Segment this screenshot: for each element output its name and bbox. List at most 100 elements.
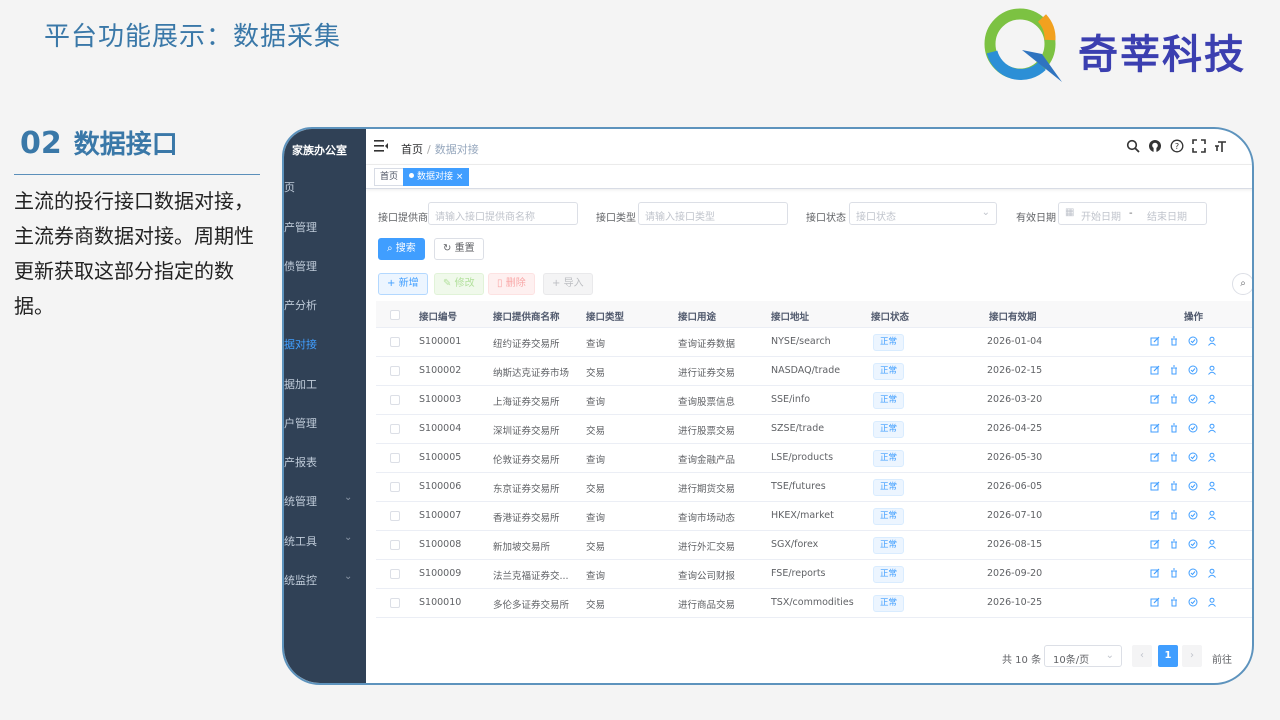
tag-data-integration[interactable]: 数据对接 × <box>403 168 470 186</box>
edit-icon[interactable] <box>1150 365 1160 375</box>
edit-icon[interactable] <box>1150 597 1160 607</box>
trash-icon[interactable] <box>1169 597 1179 607</box>
user-icon[interactable] <box>1207 568 1217 578</box>
github-icon[interactable] <box>1148 139 1162 153</box>
edit-icon[interactable] <box>1150 510 1160 520</box>
sidebar-item[interactable]: 据加工 <box>284 374 366 394</box>
sidebar-item[interactable]: 产管理 <box>284 217 366 237</box>
sidebar-item[interactable]: 统管理 ⌄ <box>284 491 366 511</box>
user-icon[interactable] <box>1207 394 1217 404</box>
table-row[interactable]: S100002 纳斯达克证券市场 交易 进行证券交易 NASDAQ/trade 2026-… <box>376 357 1252 386</box>
sidebar-item[interactable]: 产报表 <box>284 452 366 472</box>
check-circle-icon[interactable] <box>1188 481 1198 491</box>
row-checkbox[interactable] <box>390 337 400 347</box>
add-button[interactable]: + 新增 <box>378 273 428 295</box>
import-button[interactable]: + 导入 <box>543 273 593 295</box>
user-icon[interactable] <box>1207 452 1217 462</box>
row-checkbox[interactable] <box>390 540 400 550</box>
type-input[interactable]: 请输入接口类型 <box>638 202 788 225</box>
user-icon[interactable] <box>1207 597 1217 607</box>
user-icon[interactable] <box>1207 336 1217 346</box>
check-circle-icon[interactable] <box>1188 452 1198 462</box>
row-checkbox[interactable] <box>390 366 400 376</box>
row-checkbox[interactable] <box>390 453 400 463</box>
fullscreen-icon[interactable] <box>1192 139 1206 153</box>
edit-icon[interactable] <box>1150 336 1160 346</box>
edit-icon[interactable] <box>1150 423 1160 433</box>
sidebar-item[interactable]: 据对接 <box>284 334 366 354</box>
edit-icon[interactable] <box>1150 568 1160 578</box>
delete-button[interactable]: ▯ 删除 <box>488 273 535 295</box>
table-row[interactable]: S100008 新加坡交易所 交易 进行外汇交易 SGX/forex 2026-08-15… <box>376 531 1252 560</box>
table-row[interactable]: S100005 伦敦证券交易所 查询 查询金融产品 LSE/products 2026-0… <box>376 444 1252 473</box>
help-icon[interactable]: ? <box>1170 139 1184 153</box>
row-checkbox[interactable] <box>390 482 400 492</box>
edit-icon[interactable] <box>1150 394 1160 404</box>
toggle-search-icon[interactable]: ⌕ <box>1232 273 1252 295</box>
sidebar-item[interactable]: 产分析 <box>284 295 366 315</box>
search-icon[interactable] <box>1126 139 1140 153</box>
trash-icon[interactable] <box>1169 568 1179 578</box>
edit-icon[interactable] <box>1150 481 1160 491</box>
check-circle-icon[interactable] <box>1188 539 1198 549</box>
check-circle-icon[interactable] <box>1188 365 1198 375</box>
check-circle-icon[interactable] <box>1188 568 1198 578</box>
next-page-button[interactable]: › <box>1182 645 1202 667</box>
trash-icon[interactable] <box>1169 423 1179 433</box>
check-circle-icon[interactable] <box>1188 394 1198 404</box>
row-checkbox[interactable] <box>390 598 400 608</box>
trash-icon[interactable] <box>1169 481 1179 491</box>
table-row[interactable]: S100006 东京证券交易所 交易 进行期货交易 TSE/futures 2026-06… <box>376 473 1252 502</box>
trash-icon[interactable] <box>1169 539 1179 549</box>
edit-icon[interactable] <box>1150 452 1160 462</box>
select-all-checkbox[interactable] <box>390 310 400 320</box>
add-btn-label: 新增 <box>398 278 419 289</box>
tag-close-icon[interactable]: × <box>456 172 464 182</box>
sidebar-item[interactable]: 页 <box>284 177 366 197</box>
provider-input[interactable]: 请输入接口提供商名称 <box>428 202 578 225</box>
trash-icon[interactable] <box>1169 510 1179 520</box>
check-circle-icon[interactable] <box>1188 597 1198 607</box>
user-icon[interactable] <box>1207 481 1217 491</box>
trash-icon[interactable] <box>1169 394 1179 404</box>
row-checkbox[interactable] <box>390 424 400 434</box>
table-row[interactable]: S100001 纽约证券交易所 查询 查询证券数据 NYSE/search 2026-01… <box>376 328 1252 357</box>
check-circle-icon[interactable] <box>1188 336 1198 346</box>
row-checkbox[interactable] <box>390 569 400 579</box>
reset-button[interactable]: ↻ 重置 <box>434 238 484 260</box>
user-icon[interactable] <box>1207 510 1217 520</box>
status-select[interactable]: 接口状态 ⌄ <box>849 202 997 225</box>
page-number[interactable]: 1 <box>1158 645 1178 667</box>
trash-icon[interactable] <box>1169 452 1179 462</box>
trash-icon[interactable] <box>1169 365 1179 375</box>
table-row[interactable]: S100003 上海证券交易所 查询 查询股票信息 SSE/info 2026-03-20… <box>376 386 1252 415</box>
user-icon[interactable] <box>1207 365 1217 375</box>
font-size-icon[interactable] <box>1214 139 1228 153</box>
date-range-picker[interactable]: ▦ 开始日期 - 结束日期 <box>1058 202 1207 225</box>
row-checkbox[interactable] <box>390 511 400 521</box>
page-size-select[interactable]: 10条/页 ⌄ <box>1044 645 1122 667</box>
sidebar-item[interactable]: 统监控 ⌄ <box>284 570 366 590</box>
sidebar-item[interactable]: 统工具 ⌄ <box>284 531 366 551</box>
trash-icon[interactable] <box>1169 336 1179 346</box>
chevron-down-icon: ⌄ <box>344 571 353 582</box>
table-row[interactable]: S100010 多伦多证券交易所 交易 进行商品交易 TSX/commodities 20… <box>376 589 1252 618</box>
search-button[interactable]: ⌕ 搜索 <box>378 238 425 260</box>
user-icon[interactable] <box>1207 423 1217 433</box>
table-row[interactable]: S100004 深圳证券交易所 交易 进行股票交易 SZSE/trade 2026-04-… <box>376 415 1252 444</box>
check-circle-icon[interactable] <box>1188 510 1198 520</box>
prev-page-button[interactable]: ‹ <box>1132 645 1152 667</box>
sidebar-item[interactable]: 户管理 <box>284 413 366 433</box>
table-row[interactable]: S100007 香港证券交易所 查询 查询市场动态 HKEX/market 2026-07… <box>376 502 1252 531</box>
row-checkbox[interactable] <box>390 395 400 405</box>
table-row[interactable]: S100009 法兰克福证券交... 查询 查询公司财报 FSE/reports 2026… <box>376 560 1252 589</box>
user-icon[interactable] <box>1207 539 1217 549</box>
tag-home[interactable]: 首页 <box>374 168 405 186</box>
breadcrumb-home[interactable]: 首页 <box>401 143 423 156</box>
sidebar-item[interactable]: 债管理 <box>284 256 366 276</box>
edit-button[interactable]: ✎ 修改 <box>434 273 484 295</box>
edit-icon[interactable] <box>1150 539 1160 549</box>
menu-fold-icon[interactable] <box>374 140 388 152</box>
cell-type: 查询 <box>586 397 606 408</box>
check-circle-icon[interactable] <box>1188 423 1198 433</box>
